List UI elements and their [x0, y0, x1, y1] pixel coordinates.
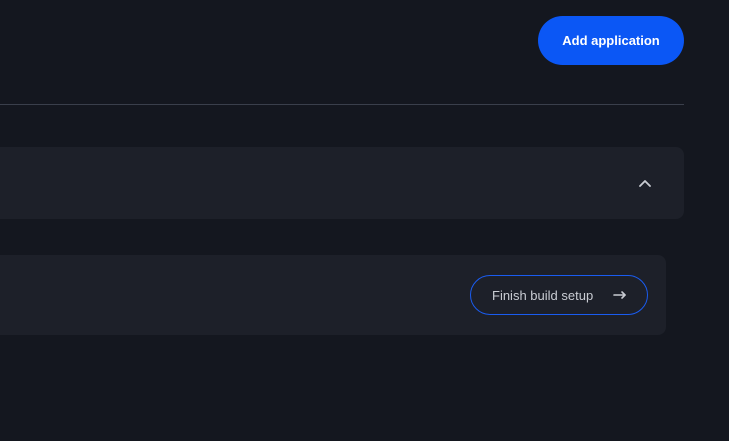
add-application-button[interactable]: Add application: [538, 16, 684, 65]
applications-accordion-header[interactable]: [0, 147, 684, 219]
add-application-label: Add application: [562, 33, 660, 48]
arrow-right-icon: [613, 288, 627, 302]
header-divider: [0, 104, 684, 105]
chevron-up-icon[interactable]: [634, 172, 656, 194]
page: Add application Finish build setup: [0, 0, 729, 441]
finish-build-setup-button[interactable]: Finish build setup: [470, 275, 648, 315]
finish-build-setup-label: Finish build setup: [492, 287, 594, 303]
